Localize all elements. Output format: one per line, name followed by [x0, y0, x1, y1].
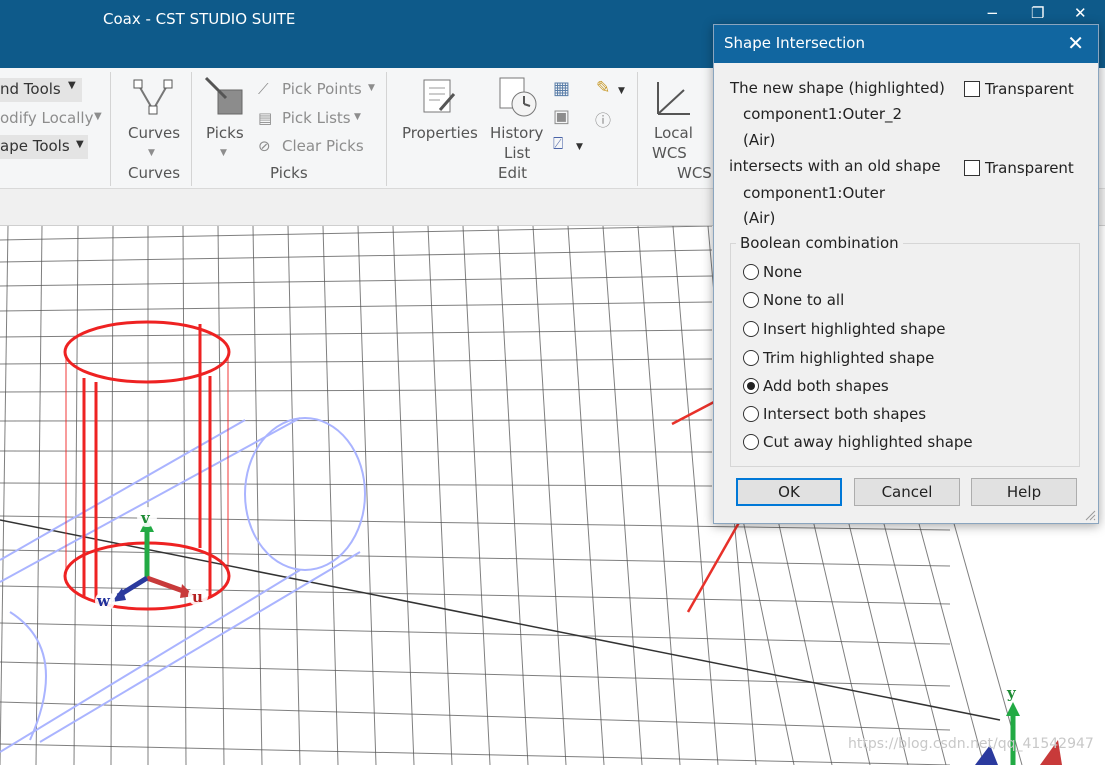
- dropdown-arrow-icon[interactable]: ▼: [618, 86, 625, 96]
- history-label-2: List: [504, 144, 531, 162]
- cancel-button[interactable]: Cancel: [854, 478, 960, 506]
- dropdown-arrow-icon: ▼: [94, 111, 102, 122]
- group-label-edit: Edit: [498, 164, 528, 182]
- group-label-picks: Picks: [270, 164, 308, 182]
- radio-cut-away-highlighted[interactable]: [743, 434, 759, 450]
- new-shape-text: The new shape (highlighted): [730, 79, 945, 97]
- transparent-new-checkbox[interactable]: [964, 81, 980, 97]
- dropdown-arrow-icon[interactable]: ▼: [576, 142, 583, 152]
- picks-label: Picks: [206, 124, 244, 142]
- ribbon-item-label: odify Locally: [0, 109, 94, 127]
- local-wcs-label-2: WCS: [652, 144, 687, 162]
- u-axis-label: u: [192, 588, 203, 606]
- ribbon-item-shape-tools[interactable]: ape Tools ▼: [0, 135, 88, 159]
- ok-button[interactable]: OK: [736, 478, 842, 506]
- boolean-combination-label: Boolean combination: [736, 234, 903, 252]
- text-annotation-icon[interactable]: ⍁: [553, 134, 563, 154]
- v-axis-label: v: [140, 509, 151, 527]
- history-list-icon: [499, 77, 537, 117]
- curves-icon: [133, 79, 173, 115]
- dialog-titlebar[interactable]: Shape Intersection ✕: [714, 25, 1098, 63]
- watermark-text: https://blog.csdn.net/qq_41542947: [848, 736, 1094, 752]
- ribbon-item-label: ape Tools: [0, 137, 70, 155]
- new-shape-name: component1:Outer_2: [743, 105, 903, 123]
- radio-trim-highlighted[interactable]: [743, 350, 759, 366]
- history-list-button[interactable]: History List: [488, 74, 546, 162]
- old-shape-material: (Air): [743, 209, 776, 227]
- window-title: Coax - CST STUDIO SUITE: [103, 10, 296, 28]
- help-button[interactable]: Help: [971, 478, 1077, 506]
- dropdown-arrow-icon: ▼: [68, 80, 76, 91]
- dropdown-arrow-icon: ▼: [220, 148, 227, 158]
- pick-lists-label: Pick Lists: [282, 109, 351, 127]
- history-label-1: History: [490, 124, 544, 142]
- radio-none-to-all[interactable]: [743, 292, 759, 308]
- intersects-text: intersects with an old shape: [729, 157, 941, 175]
- pick-points-item[interactable]: ⟋ Pick Points ▼: [258, 78, 382, 102]
- wcs-axis-line: [0, 519, 1001, 721]
- dialog-title: Shape Intersection: [724, 34, 865, 52]
- dropdown-arrow-icon: ▼: [76, 139, 84, 150]
- new-shape-material: (Air): [743, 131, 776, 149]
- radio-label-insert-highlighted: Insert highlighted shape: [763, 320, 946, 338]
- shape-intersection-dialog: Shape Intersection ✕ The new shape (high…: [713, 24, 1099, 524]
- pick-lists-item[interactable]: ▤ Pick Lists ▼: [258, 107, 368, 131]
- info-icon[interactable]: ⓘ: [595, 107, 611, 131]
- transparent-new-label: Transparent: [985, 80, 1074, 98]
- radio-intersect-both[interactable]: [743, 406, 759, 422]
- pick-points-icon: ⟋: [258, 80, 269, 98]
- transparent-old-checkbox[interactable]: [964, 160, 980, 176]
- ribbon-separator: [110, 72, 111, 186]
- dropdown-arrow-icon: ▼: [368, 83, 375, 93]
- image-icon[interactable]: ▣: [553, 106, 570, 127]
- ribbon-item-label: nd Tools: [0, 80, 61, 98]
- clear-picks-item[interactable]: ⊘ Clear Picks: [258, 135, 368, 159]
- restore-icon[interactable]: ❐: [1031, 4, 1044, 22]
- radio-label-add-both: Add both shapes: [763, 377, 889, 395]
- ribbon-separator: [191, 72, 192, 186]
- local-wcs-icon: [657, 82, 690, 115]
- radio-none[interactable]: [743, 264, 759, 280]
- calculator-icon[interactable]: ▦: [553, 78, 570, 99]
- curves-label: Curves: [128, 124, 181, 142]
- radio-selected-dot: [747, 382, 755, 390]
- clear-picks-label: Clear Picks: [282, 137, 364, 155]
- transparent-old-label: Transparent: [985, 159, 1074, 177]
- local-wcs-label-1: Local: [654, 124, 693, 142]
- dropdown-arrow-icon: ▼: [354, 112, 361, 122]
- radio-add-both[interactable]: [743, 378, 759, 394]
- ribbon-item-modify-locally[interactable]: odify Locally ▼: [0, 107, 104, 131]
- dialog-close-icon[interactable]: ✕: [1067, 31, 1084, 55]
- radio-insert-highlighted[interactable]: [743, 321, 759, 337]
- y-axis-label: y: [1006, 684, 1017, 702]
- old-shape-name: component1:Outer: [743, 184, 886, 202]
- radio-label-intersect-both: Intersect both shapes: [763, 405, 927, 423]
- group-label-wcs: WCS: [677, 164, 712, 182]
- clear-picks-icon: ⊘: [258, 137, 271, 155]
- pen-format-icon[interactable]: ✎: [596, 78, 610, 98]
- local-wcs-button[interactable]: Local WCS: [646, 74, 702, 162]
- properties-icon: [423, 79, 456, 113]
- radio-label-none: None: [763, 263, 803, 281]
- w-axis-label: w: [96, 592, 111, 610]
- ribbon-separator: [386, 72, 387, 186]
- properties-label: Properties: [402, 124, 478, 142]
- close-icon[interactable]: ✕: [1074, 4, 1087, 22]
- picks-icon: [204, 76, 243, 115]
- radio-label-trim-highlighted: Trim highlighted shape: [763, 349, 935, 367]
- picks-button[interactable]: Picks ▼: [198, 74, 252, 158]
- ribbon-separator: [637, 72, 638, 186]
- radio-label-none-to-all: None to all: [763, 291, 845, 309]
- radio-label-cut-away-highlighted: Cut away highlighted shape: [763, 433, 973, 451]
- ribbon-item-blend-tools[interactable]: nd Tools ▼: [0, 78, 82, 102]
- resize-grip-icon[interactable]: [1084, 509, 1096, 521]
- properties-button[interactable]: Properties: [398, 74, 482, 146]
- curves-button[interactable]: Curves ▼: [120, 74, 186, 158]
- dropdown-arrow-icon: ▼: [148, 148, 155, 158]
- pick-points-label: Pick Points: [282, 80, 362, 98]
- pick-lists-icon: ▤: [258, 109, 273, 127]
- group-label-curves: Curves: [128, 164, 181, 182]
- minimize-icon[interactable]: −: [986, 4, 999, 22]
